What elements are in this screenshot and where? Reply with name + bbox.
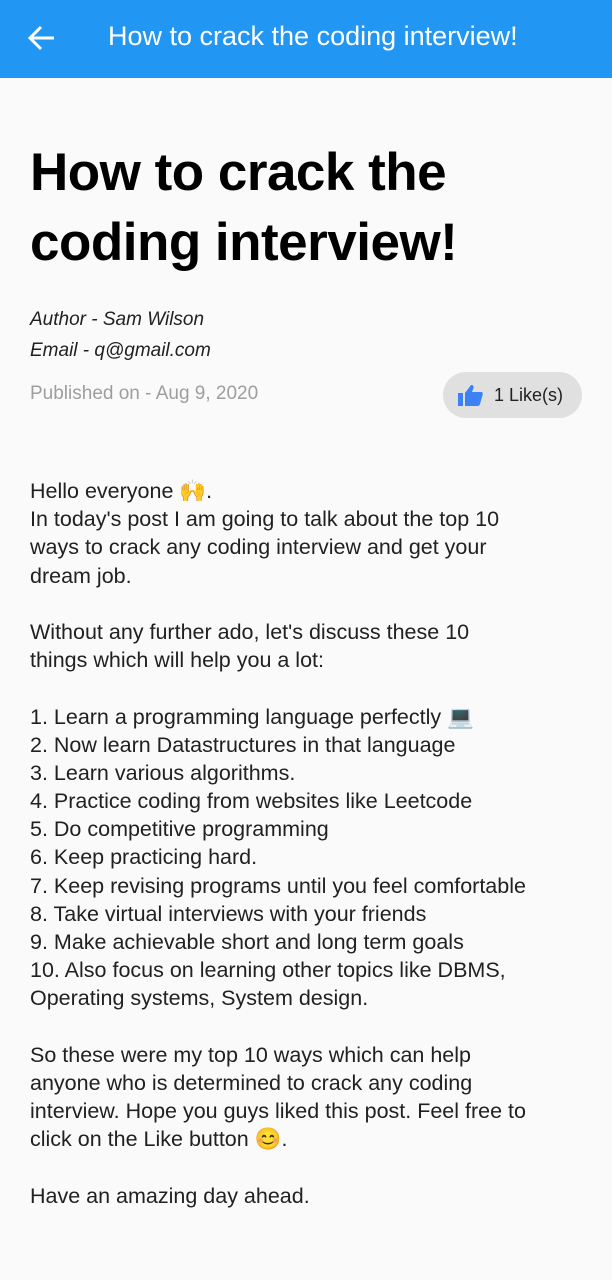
thumbs-up-icon	[458, 385, 483, 406]
post-body-line: In today's post I am going to talk about…	[30, 507, 500, 532]
post-body-line: So these were my top 10 ways which can h…	[30, 1042, 471, 1067]
post-body-line: Without any further ado, let's discuss t…	[30, 619, 470, 644]
post-body-line: click on the Like button 😊.	[30, 1127, 288, 1152]
app-bar-title: How to crack the coding interview!	[108, 21, 518, 51]
post-body-line	[30, 590, 526, 618]
post-body: Hello everyone 🙌. In today's post I am go…	[30, 477, 526, 1210]
post-body-line: Operating systems, System design.	[30, 986, 369, 1011]
back-button[interactable]	[26, 20, 58, 56]
post-body-line: anyone who is determined to crack any co…	[30, 1070, 473, 1095]
post-title-line: How to crack the	[30, 143, 447, 202]
arrow-left-icon	[27, 25, 54, 51]
post-body-line	[30, 1013, 526, 1041]
post-author: Author - Sam Wilson	[30, 309, 205, 330]
post-title-line: coding interview!	[30, 213, 458, 272]
post-body-line: things which will help you a lot:	[30, 648, 324, 673]
post-body-line: 3. Learn various algorithms.	[30, 760, 296, 785]
post-body-line	[30, 674, 526, 702]
post-body-line: 7. Keep revising programs until you feel…	[30, 873, 526, 898]
app-bar: How to crack the coding interview!	[0, 0, 612, 78]
like-count: 1 Like(s)	[494, 384, 564, 405]
post-body-line: 4. Practice coding from websites like Le…	[30, 789, 473, 814]
post-body-line: 1. Learn a programming language perfectl…	[30, 704, 474, 729]
post-body-line: interview. Hope you guys liked this post…	[30, 1099, 526, 1124]
published-date: Published on - Aug 9, 2020	[30, 383, 259, 404]
post-body-line: Have an amazing day ahead.	[30, 1183, 310, 1208]
like-button[interactable]: 1 Like(s)	[443, 372, 582, 418]
post-body-line: dream job.	[30, 563, 132, 588]
post-body-line: 2. Now learn Datastructures in that lang…	[30, 732, 456, 757]
post-body-line: 5. Do competitive programming	[30, 817, 329, 842]
post-body-line: ways to crack any coding interview and g…	[30, 535, 487, 560]
post-body-line: 8. Take virtual interviews with your fri…	[30, 901, 427, 926]
post-title: How to crack the coding interview!	[30, 138, 458, 278]
post-email: Email - q@gmail.com	[30, 340, 211, 361]
post-body-line: Hello everyone 🙌.	[30, 479, 213, 503]
post-body-line: 10. Also focus on learning other topics …	[30, 958, 506, 983]
post-body-line: 9. Make achievable short and long term g…	[30, 930, 464, 954]
post-body-line	[30, 1154, 526, 1182]
post-body-line: 6. Keep practicing hard.	[30, 845, 258, 870]
